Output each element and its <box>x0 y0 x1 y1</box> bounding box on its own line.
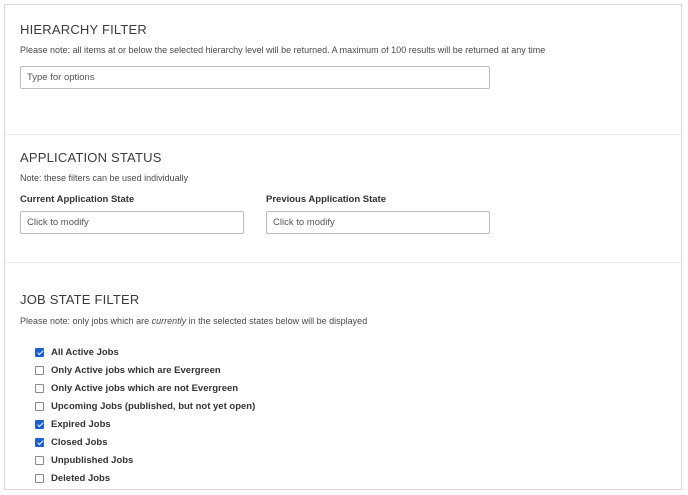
hierarchy-filter-title: HIERARCHY FILTER <box>20 22 147 37</box>
job-state-option[interactable]: Deleted Jobs <box>35 469 255 487</box>
previous-application-state-label: Previous Application State <box>266 194 387 205</box>
hierarchy-search-input[interactable] <box>20 66 490 89</box>
checkbox-checked[interactable] <box>35 347 44 357</box>
job-state-option-label: Only Active jobs which are Evergreen <box>51 364 221 376</box>
job-state-filter-title: JOB STATE FILTER <box>20 292 140 307</box>
hierarchy-filter-note: Please note: all items at or below the s… <box>20 45 546 55</box>
job-state-checkbox-list: All Active Jobs Only Active jobs which ar… <box>35 343 255 487</box>
job-state-option[interactable]: Expired Jobs <box>35 415 255 433</box>
job-state-option-label: Closed Jobs <box>51 436 108 448</box>
job-state-option[interactable]: Closed Jobs <box>35 433 255 451</box>
previous-application-state-select[interactable] <box>266 211 490 234</box>
job-state-option-label: Deleted Jobs <box>51 472 111 484</box>
application-status-title: APPLICATION STATUS <box>20 150 162 165</box>
job-state-option-label: Expired Jobs <box>51 418 111 430</box>
checkbox-unchecked[interactable] <box>35 383 44 393</box>
job-state-option[interactable]: Only Active jobs which are not Evergreen <box>35 379 255 397</box>
section-divider <box>5 134 681 135</box>
job-state-option-label: Only Active jobs which are not Evergreen <box>51 382 239 394</box>
job-state-option[interactable]: Unpublished Jobs <box>35 451 255 469</box>
filter-panel: HIERARCHY FILTER Please note: all items … <box>4 4 682 490</box>
job-state-option[interactable]: All Active Jobs <box>35 343 255 361</box>
job-state-option-label: All Active Jobs <box>51 346 119 358</box>
job-state-option[interactable]: Only Active jobs which are Evergreen <box>35 361 255 379</box>
checkbox-unchecked[interactable] <box>35 473 44 483</box>
current-application-state-label: Current Application State <box>20 194 135 205</box>
checkbox-unchecked[interactable] <box>35 455 44 465</box>
job-state-option-label: Unpublished Jobs <box>51 454 134 466</box>
checkbox-checked[interactable] <box>35 419 44 429</box>
job-state-option[interactable]: Upcoming Jobs (published, but not yet op… <box>35 397 255 415</box>
application-status-note: Note: these filters can be used individu… <box>20 173 189 183</box>
job-state-option-label: Upcoming Jobs (published, but not yet op… <box>51 400 256 412</box>
job-state-filter-note: Please note: only jobs which are current… <box>20 316 368 326</box>
current-application-state-select[interactable] <box>20 211 244 234</box>
checkbox-checked[interactable] <box>35 437 44 447</box>
checkbox-unchecked[interactable] <box>35 401 44 411</box>
checkbox-unchecked[interactable] <box>35 365 44 375</box>
section-divider <box>5 262 681 263</box>
